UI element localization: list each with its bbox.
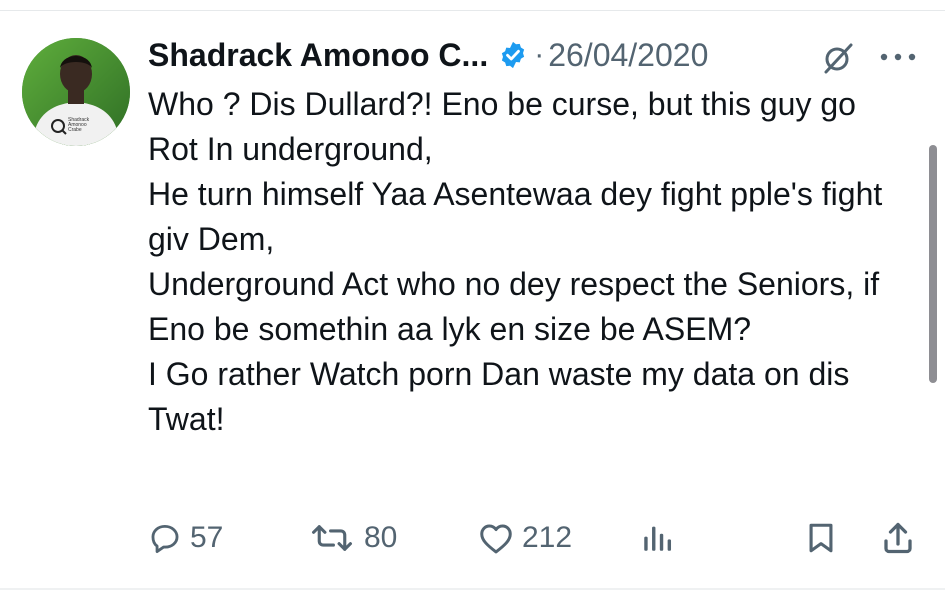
reply-button[interactable]: 57 — [148, 510, 223, 566]
action-bar: 57 80 212 — [0, 510, 945, 566]
like-button[interactable]: 212 — [478, 510, 572, 566]
more-icon[interactable] — [876, 44, 920, 70]
grok-icon[interactable] — [820, 40, 856, 76]
reply-icon — [148, 521, 182, 555]
avatar[interactable]: Shadrack Amonoo Crabe — [22, 38, 130, 146]
top-divider — [0, 10, 945, 11]
avatar-shirt-text: Shadrack Amonoo Crabe — [68, 117, 90, 133]
tweet-header: Shadrack Amonoo C... · 26/04/2020 — [148, 30, 708, 80]
display-name[interactable]: Shadrack Amonoo C... — [148, 37, 488, 74]
repost-icon — [308, 521, 356, 555]
share-button[interactable] — [880, 510, 916, 566]
repost-button[interactable]: 80 — [308, 510, 397, 566]
share-icon — [880, 520, 916, 556]
bookmark-icon — [804, 521, 838, 555]
bookmark-button[interactable] — [804, 510, 838, 566]
tweet-date[interactable]: 26/04/2020 — [548, 37, 708, 74]
scrollbar-thumb[interactable] — [929, 145, 937, 383]
tweet-text: Who ? Dis Dullard?! Eno be curse, but th… — [148, 86, 883, 437]
heart-icon — [478, 521, 514, 555]
views-button[interactable] — [640, 510, 674, 566]
reply-count: 57 — [190, 521, 224, 554]
like-count: 212 — [522, 521, 573, 554]
separator-dot: · — [534, 38, 545, 71]
repost-count: 80 — [364, 521, 398, 554]
verified-badge-icon — [498, 40, 528, 70]
views-icon — [640, 521, 674, 555]
